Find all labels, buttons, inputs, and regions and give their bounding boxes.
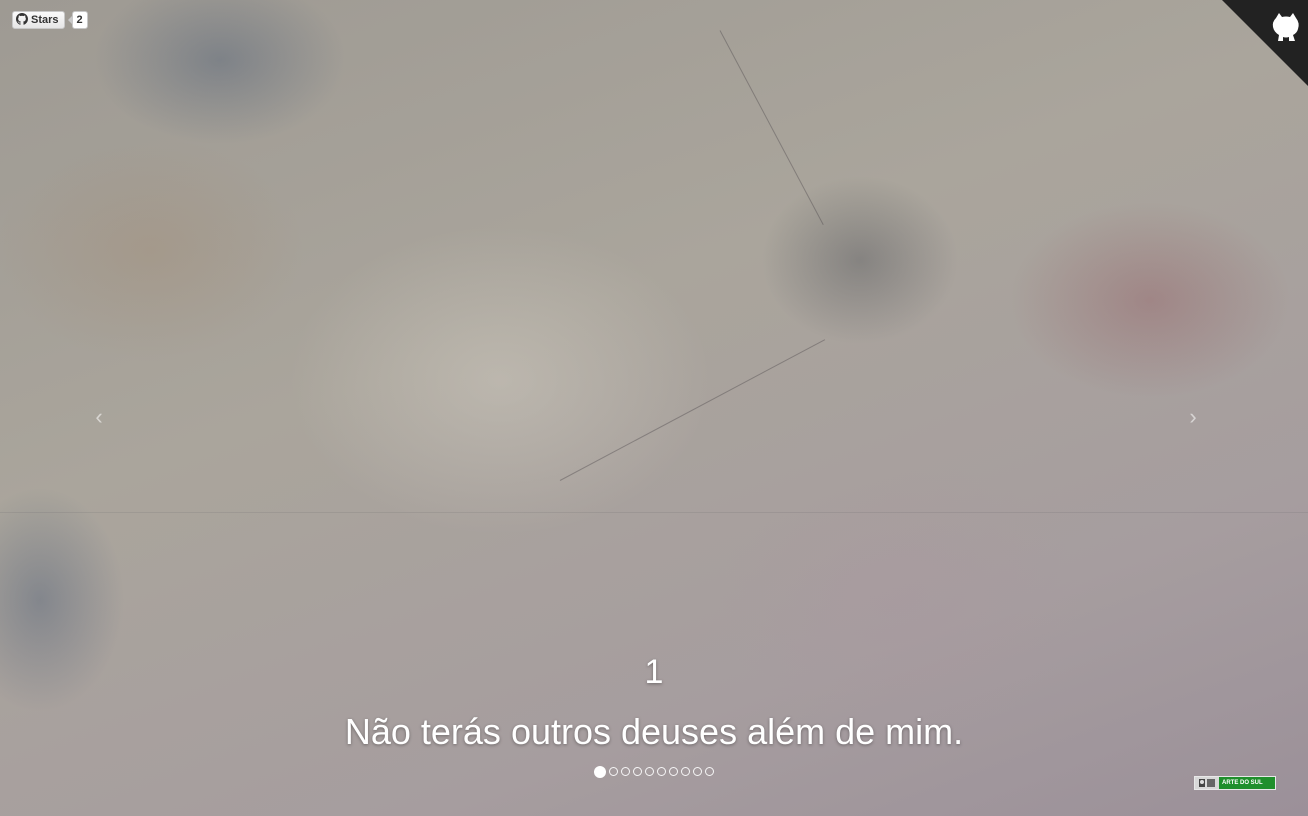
pagination-dot[interactable] [621, 767, 630, 776]
pagination-dot[interactable] [633, 767, 642, 776]
github-mark-icon [16, 12, 28, 28]
chevron-left-icon[interactable]: ‹ [89, 402, 109, 432]
pagination-dot[interactable] [705, 767, 714, 776]
badge-logo-icon [1195, 777, 1219, 789]
github-stars-label: Stars [31, 14, 59, 26]
badge-link[interactable]: ARTE DO SUL [1194, 776, 1276, 790]
github-corner-link[interactable] [1222, 0, 1308, 86]
slideshow-stage: Stars 2 ‹ › 1 Não terás outros deuses al… [0, 0, 1308, 816]
texture-scratch [0, 512, 1308, 513]
pagination-dot[interactable] [693, 767, 702, 776]
slide-number: 1 [644, 653, 664, 691]
texture-scratch [719, 30, 824, 225]
pagination-dot[interactable] [669, 767, 678, 776]
github-stars-widget: Stars 2 [12, 11, 88, 29]
pagination-dot[interactable] [609, 767, 618, 776]
github-stars-count[interactable]: 2 [67, 11, 88, 29]
badge-label: ARTE DO SUL [1222, 780, 1263, 786]
pagination-dot[interactable] [594, 766, 606, 778]
texture-scratch [559, 339, 826, 481]
pagination-dot[interactable] [645, 767, 654, 776]
pagination-dot[interactable] [681, 767, 690, 776]
github-stars-button[interactable]: Stars [12, 11, 65, 29]
chevron-right-icon[interactable]: › [1183, 402, 1203, 432]
slide-text: Não terás outros deuses além de mim. [344, 711, 964, 752]
pagination-dot[interactable] [657, 767, 666, 776]
pagination-dots [0, 766, 1308, 778]
